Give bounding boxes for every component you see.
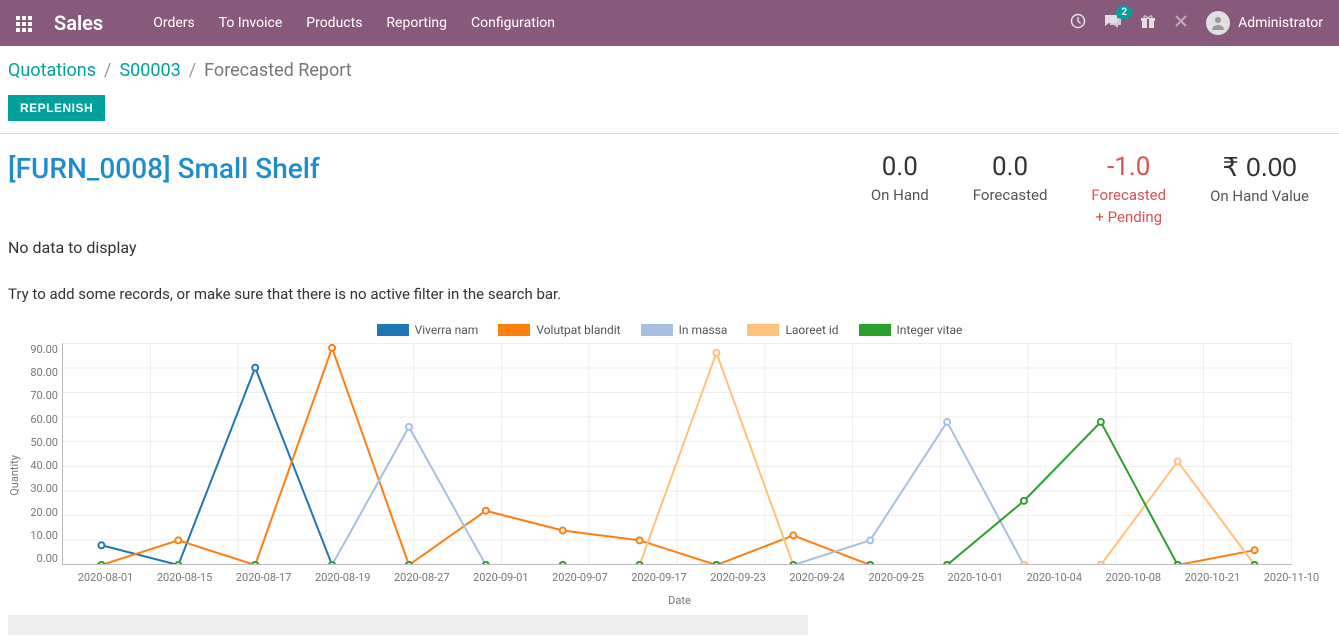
app-brand: Sales — [54, 11, 103, 35]
legend-label: Integer vitae — [897, 323, 963, 337]
xtick: 2020-09-17 — [619, 571, 698, 584]
user-menu[interactable]: Administrator — [1206, 11, 1323, 35]
stat-pending-value: -1.0 — [1091, 152, 1166, 182]
stat-money-value: ₹ 0.00 — [1210, 152, 1309, 183]
legend-label: Viverra nam — [415, 323, 479, 337]
messages-icon[interactable]: 2 — [1104, 13, 1122, 33]
apps-icon[interactable] — [16, 16, 34, 30]
clock-icon[interactable] — [1070, 13, 1086, 33]
stat-onhand-label: On Hand — [871, 186, 929, 204]
xtick: 2020-08-15 — [145, 571, 224, 584]
chart-xlabel: Date — [28, 594, 1331, 607]
messages-badge: 2 — [1116, 6, 1132, 19]
legend-swatch — [747, 324, 779, 336]
horizontal-scroll-track[interactable] — [8, 615, 808, 635]
xtick: 2020-08-19 — [303, 571, 382, 584]
chart-plot — [62, 343, 1292, 565]
legend-swatch — [641, 324, 673, 336]
xtick: 2020-08-01 — [66, 571, 145, 584]
xtick: 2020-09-24 — [778, 571, 857, 584]
product-title-link[interactable]: [FURN_0008] Small Shelf — [8, 152, 849, 185]
stat-forecasted-label: Forecasted — [973, 186, 1048, 204]
xtick: 2020-09-25 — [857, 571, 936, 584]
stat-onhand-value-money[interactable]: ₹ 0.00 On Hand Value — [1188, 152, 1331, 205]
xtick: 2020-08-27 — [382, 571, 461, 584]
stat-forecasted-pending[interactable]: -1.0 Forecasted + Pending — [1069, 152, 1188, 226]
stat-pending-label1: Forecasted — [1091, 186, 1166, 204]
stat-forecasted[interactable]: 0.0 Forecasted — [951, 152, 1070, 204]
legend-label: Laoreet id — [785, 323, 838, 337]
nav-to-invoice[interactable]: To Invoice — [219, 15, 283, 31]
breadcrumb-quotations[interactable]: Quotations — [8, 60, 96, 81]
ytick: 10.00 — [28, 529, 58, 542]
no-data-hint: Try to add some records, or make sure th… — [0, 261, 1339, 319]
legend-label: Volutpat blandit — [536, 323, 620, 337]
legend-item[interactable]: Laoreet id — [747, 323, 838, 337]
ytick: 30.00 — [28, 482, 58, 495]
xtick: 2020-08-17 — [224, 571, 303, 584]
xtick: 2020-09-23 — [699, 571, 778, 584]
legend-item[interactable]: Viverra nam — [377, 323, 479, 337]
legend-item[interactable]: Integer vitae — [859, 323, 963, 337]
main-nav: Orders To Invoice Products Reporting Con… — [153, 15, 1070, 31]
ytick: 80.00 — [28, 366, 58, 379]
xtick: 2020-09-07 — [540, 571, 619, 584]
breadcrumb-order[interactable]: S00003 — [119, 60, 180, 81]
xtick: 2020-09-01 — [461, 571, 540, 584]
xtick: 2020-11-10 — [1252, 571, 1331, 584]
xtick: 2020-10-21 — [1173, 571, 1252, 584]
legend-swatch — [498, 324, 530, 336]
forecast-chart: Viverra nam Volutpat blandit In massa Laore… — [0, 323, 1339, 607]
replenish-button[interactable]: REPLENISH — [8, 95, 105, 121]
user-name: Administrator — [1238, 15, 1323, 31]
xtick: 2020-10-01 — [936, 571, 1015, 584]
avatar-icon — [1206, 11, 1230, 35]
gift-icon[interactable] — [1140, 13, 1156, 33]
chart-ylabel: Quantity — [8, 455, 28, 496]
ytick: 60.00 — [28, 413, 58, 426]
breadcrumb: Quotations / S00003 / Forecasted Report — [8, 60, 1331, 81]
close-icon[interactable] — [1174, 14, 1188, 32]
ytick: 50.00 — [28, 436, 58, 449]
legend-label: In massa — [679, 323, 728, 337]
ytick: 0.00 — [28, 552, 58, 565]
legend-swatch — [377, 324, 409, 336]
ytick: 20.00 — [28, 506, 58, 519]
nav-reporting[interactable]: Reporting — [386, 15, 447, 31]
stat-money-label: On Hand Value — [1210, 187, 1309, 205]
legend-item[interactable]: Volutpat blandit — [498, 323, 620, 337]
legend-swatch — [859, 324, 891, 336]
breadcrumb-current: Forecasted Report — [204, 60, 352, 81]
xtick: 2020-10-04 — [1015, 571, 1094, 584]
ytick: 70.00 — [28, 389, 58, 402]
stat-onhand[interactable]: 0.0 On Hand — [849, 152, 951, 204]
stat-onhand-value: 0.0 — [871, 152, 929, 182]
nav-products[interactable]: Products — [306, 15, 362, 31]
nav-configuration[interactable]: Configuration — [471, 15, 555, 31]
stat-forecasted-value: 0.0 — [973, 152, 1048, 182]
ytick: 40.00 — [28, 459, 58, 472]
legend-item[interactable]: In massa — [641, 323, 728, 337]
no-data-title: No data to display — [0, 234, 1339, 261]
ytick: 90.00 — [28, 343, 58, 356]
stat-pending-label2: + Pending — [1091, 208, 1166, 226]
nav-orders[interactable]: Orders — [153, 15, 195, 31]
xtick: 2020-10-08 — [1094, 571, 1173, 584]
